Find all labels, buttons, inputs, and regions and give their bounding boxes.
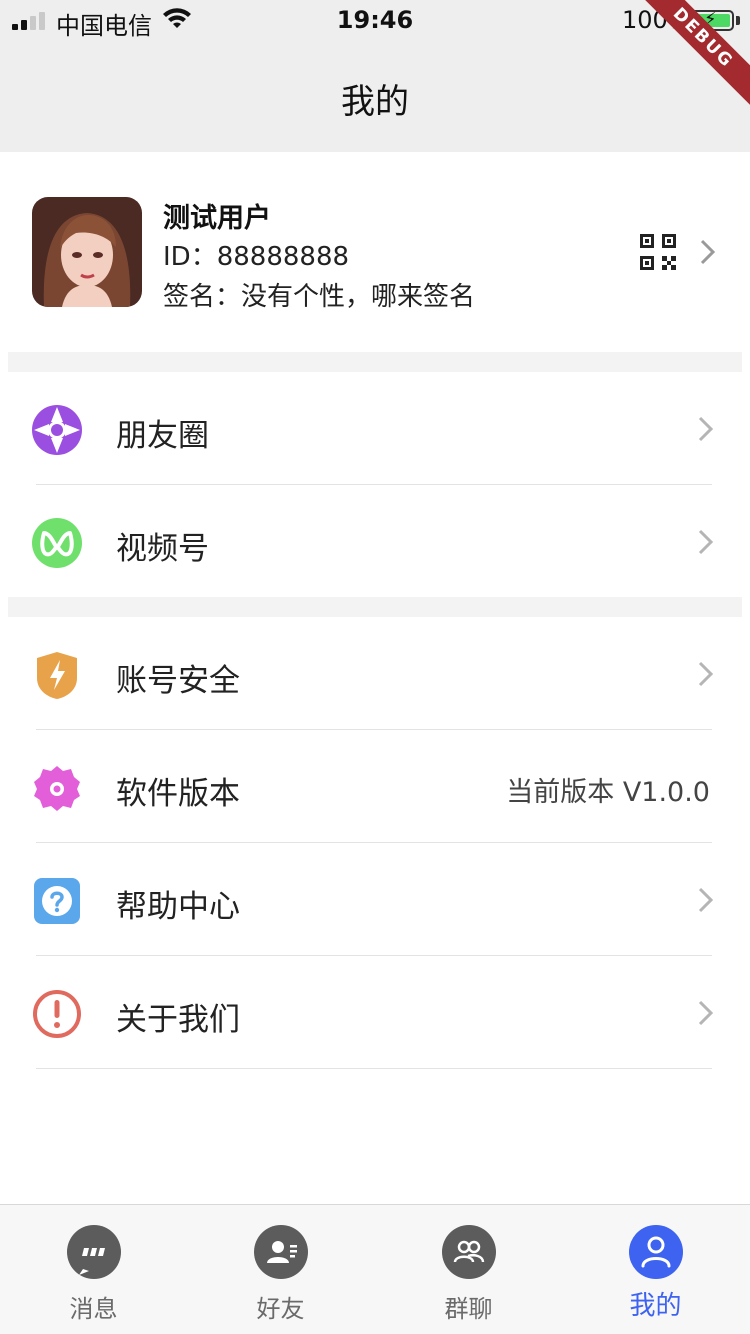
tab-messages[interactable]: 消息 bbox=[0, 1205, 187, 1334]
tab-label: 群聊 bbox=[444, 1295, 493, 1323]
menu-item-about-us[interactable]: 关于我们 bbox=[0, 956, 750, 1069]
tab-label: 我的 bbox=[629, 1291, 682, 1321]
user-name: 测试用户 bbox=[163, 203, 271, 234]
menu-item-label: 朋友圈 bbox=[116, 418, 209, 454]
version-value: 当前版本 V1.0.0 bbox=[506, 777, 710, 808]
menu-item-channels[interactable]: 视频号 bbox=[0, 485, 750, 598]
warning-icon bbox=[33, 990, 81, 1038]
tab-label: 消息 bbox=[69, 1295, 118, 1323]
chevron-right-icon bbox=[700, 239, 716, 265]
page-title: 我的 bbox=[341, 82, 409, 122]
tab-bar: 消息 好友 群聊 我的 bbox=[0, 1204, 750, 1334]
chevron-right-icon bbox=[698, 416, 714, 442]
qrcode-icon[interactable] bbox=[640, 234, 676, 270]
section-divider bbox=[8, 352, 742, 372]
tab-label: 好友 bbox=[256, 1295, 305, 1323]
tab-friends[interactable]: 好友 bbox=[187, 1205, 374, 1334]
user-icon bbox=[629, 1225, 683, 1279]
menu-item-label: 视频号 bbox=[116, 531, 209, 567]
row-divider bbox=[36, 1068, 712, 1069]
menu-item-account-security[interactable]: 账号安全 bbox=[0, 617, 750, 730]
tab-me[interactable]: 我的 bbox=[562, 1205, 749, 1334]
avatar[interactable] bbox=[32, 197, 142, 307]
status-bar: 中国电信 19:46 100% ⚡ bbox=[0, 0, 750, 40]
menu-item-label: 软件版本 bbox=[116, 776, 240, 812]
gear-icon bbox=[34, 766, 80, 811]
section-divider bbox=[8, 597, 742, 617]
contacts-icon bbox=[254, 1225, 308, 1279]
menu-item-label: 关于我们 bbox=[116, 1002, 240, 1038]
group-icon bbox=[442, 1225, 496, 1279]
chevron-right-icon bbox=[698, 887, 714, 913]
tab-groups[interactable]: 群聊 bbox=[375, 1205, 562, 1334]
moments-icon bbox=[32, 405, 82, 455]
help-icon bbox=[34, 878, 80, 924]
menu-item-label: 账号安全 bbox=[116, 663, 240, 699]
menu-item-moments[interactable]: 朋友圈 bbox=[0, 372, 750, 485]
channels-icon bbox=[32, 518, 82, 568]
shield-icon bbox=[37, 652, 77, 699]
chevron-right-icon bbox=[698, 529, 714, 555]
menu-item-software-version[interactable]: 软件版本 当前版本 V1.0.0 bbox=[0, 730, 750, 843]
user-signature: 签名：没有个性，哪来签名 bbox=[163, 282, 476, 312]
chat-icon bbox=[67, 1225, 121, 1279]
chevron-right-icon bbox=[698, 661, 714, 687]
user-id: ID：88888888 bbox=[163, 242, 350, 272]
menu-item-label: 帮助中心 bbox=[116, 889, 240, 925]
profile-card[interactable]: 测试用户 ID：88888888 签名：没有个性，哪来签名 bbox=[0, 152, 750, 352]
menu-item-help-center[interactable]: 帮助中心 bbox=[0, 843, 750, 956]
top-bar: 中国电信 19:46 100% ⚡ DEBUG 我的 bbox=[0, 0, 750, 152]
chevron-right-icon bbox=[698, 1000, 714, 1026]
